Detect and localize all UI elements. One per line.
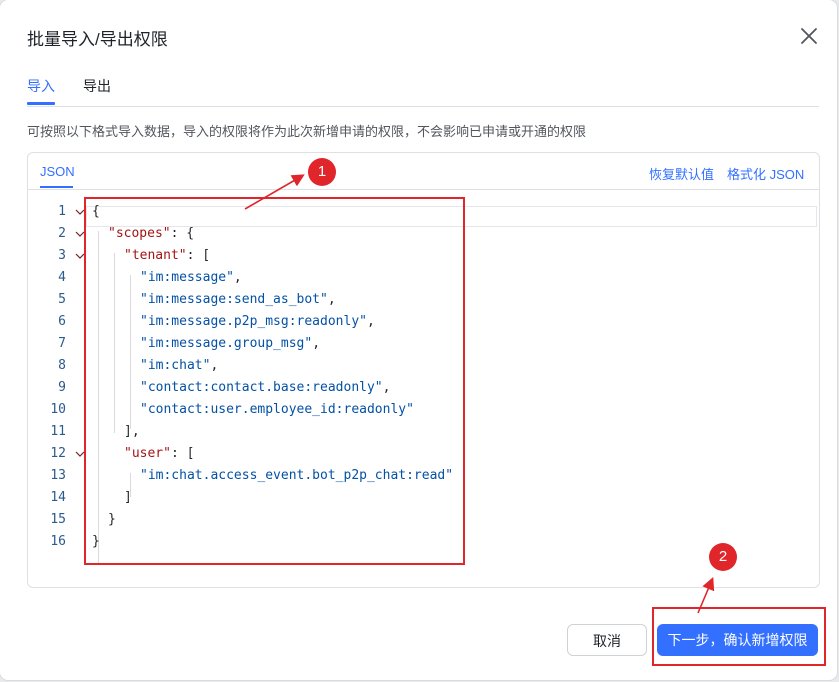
code-line[interactable]: 13 "im:chat.access_event.bot_p2p_chat:rea… [28, 465, 819, 487]
editor-tab-json[interactable]: JSON [40, 164, 75, 179]
code-line[interactable]: 12 "user": [ [28, 443, 819, 465]
tab-export[interactable]: 导出 [83, 76, 111, 96]
code-text: "user": [ [124, 446, 195, 461]
editor-header: JSON 恢复默认值 格式化 JSON [28, 153, 819, 190]
code-text: "contact:contact.base:readonly", [140, 380, 391, 395]
code-text: ] [124, 490, 132, 505]
code-text: "tenant": [ [124, 248, 211, 263]
tab-import[interactable]: 导入 [27, 76, 55, 96]
import-description: 可按照以下格式导入数据，导入的权限将作为此次新增申请的权限，不会影响已申请或开通… [27, 124, 587, 139]
code-text: } [108, 512, 116, 527]
code-line[interactable]: 2 "scopes": { [28, 223, 819, 245]
line-number: 4 [58, 270, 66, 285]
json-editor[interactable]: JSON 恢复默认值 格式化 JSON 1{2 "scopes": {3 "tena… [27, 152, 820, 588]
active-tab-indicator [27, 102, 55, 105]
line-number: 14 [50, 490, 66, 505]
line-number: 1 [58, 204, 66, 219]
code-text: "im:chat", [140, 358, 219, 373]
line-number: 15 [50, 512, 66, 527]
code-text: "im:message.group_msg", [140, 336, 321, 351]
code-text: { [92, 204, 100, 219]
annotation-badge-2: 2 [709, 543, 737, 571]
code-text: } [92, 534, 100, 549]
annotation-badge-1: 1 [308, 158, 336, 186]
code-text: "im:chat.access_event.bot_p2p_chat:read" [140, 468, 454, 483]
line-number: 12 [50, 446, 66, 461]
line-number: 6 [58, 314, 66, 329]
code-line[interactable]: 5 "im:message:send_as_bot", [28, 289, 819, 311]
line-number: 5 [58, 292, 66, 307]
chevron-down-icon[interactable] [75, 207, 85, 217]
code-lines[interactable]: 1{2 "scopes": {3 "tenant": [4 "im:message",… [28, 201, 819, 553]
chevron-down-icon[interactable] [75, 449, 85, 459]
code-line[interactable]: 16} [28, 531, 819, 553]
code-text: "im:message", [140, 270, 242, 285]
code-line[interactable]: 3 "tenant": [ [28, 245, 819, 267]
code-text: ], [124, 424, 140, 439]
line-number: 2 [58, 226, 66, 241]
code-text: "im:message:send_as_bot", [140, 292, 336, 307]
code-line[interactable]: 9 "contact:contact.base:readonly", [28, 377, 819, 399]
code-text: "scopes": { [108, 226, 195, 241]
line-number: 9 [58, 380, 66, 395]
code-line[interactable]: 8 "im:chat", [28, 355, 819, 377]
tab-bar: 导入 导出 [27, 72, 819, 107]
code-line[interactable]: 10 "contact:user.employee_id:readonly" [28, 399, 819, 421]
editor-tab-indicator [40, 186, 73, 188]
line-number: 13 [50, 468, 66, 483]
line-number: 8 [58, 358, 66, 373]
format-json-link[interactable]: 格式化 JSON [727, 164, 804, 183]
code-text: "im:message.p2p_msg:readonly", [140, 314, 375, 329]
dialog-title: 批量导入/导出权限 [27, 30, 168, 49]
code-line[interactable]: 1{ [28, 201, 819, 223]
cancel-button[interactable]: 取消 [567, 624, 647, 656]
code-text: "contact:user.employee_id:readonly" [140, 402, 414, 417]
line-number: 11 [50, 424, 66, 439]
chevron-down-icon[interactable] [75, 251, 85, 261]
line-number: 7 [58, 336, 66, 351]
next-confirm-button[interactable]: 下一步，确认新增权限 [657, 624, 818, 656]
chevron-down-icon[interactable] [75, 229, 85, 239]
code-line[interactable]: 4 "im:message", [28, 267, 819, 289]
close-icon[interactable] [797, 24, 821, 48]
code-line[interactable]: 7 "im:message.group_msg", [28, 333, 819, 355]
line-number: 10 [50, 402, 66, 417]
code-line[interactable]: 14] [28, 487, 819, 509]
import-export-dialog: 批量导入/导出权限 导入 导出 可按照以下格式导入数据，导入的权限将作为此次新增… [0, 0, 837, 680]
restore-default-link[interactable]: 恢复默认值 [649, 164, 714, 183]
line-number: 3 [58, 248, 66, 263]
code-line[interactable]: 11], [28, 421, 819, 443]
code-line[interactable]: 15} [28, 509, 819, 531]
code-line[interactable]: 6 "im:message.p2p_msg:readonly", [28, 311, 819, 333]
line-number: 16 [50, 534, 66, 549]
